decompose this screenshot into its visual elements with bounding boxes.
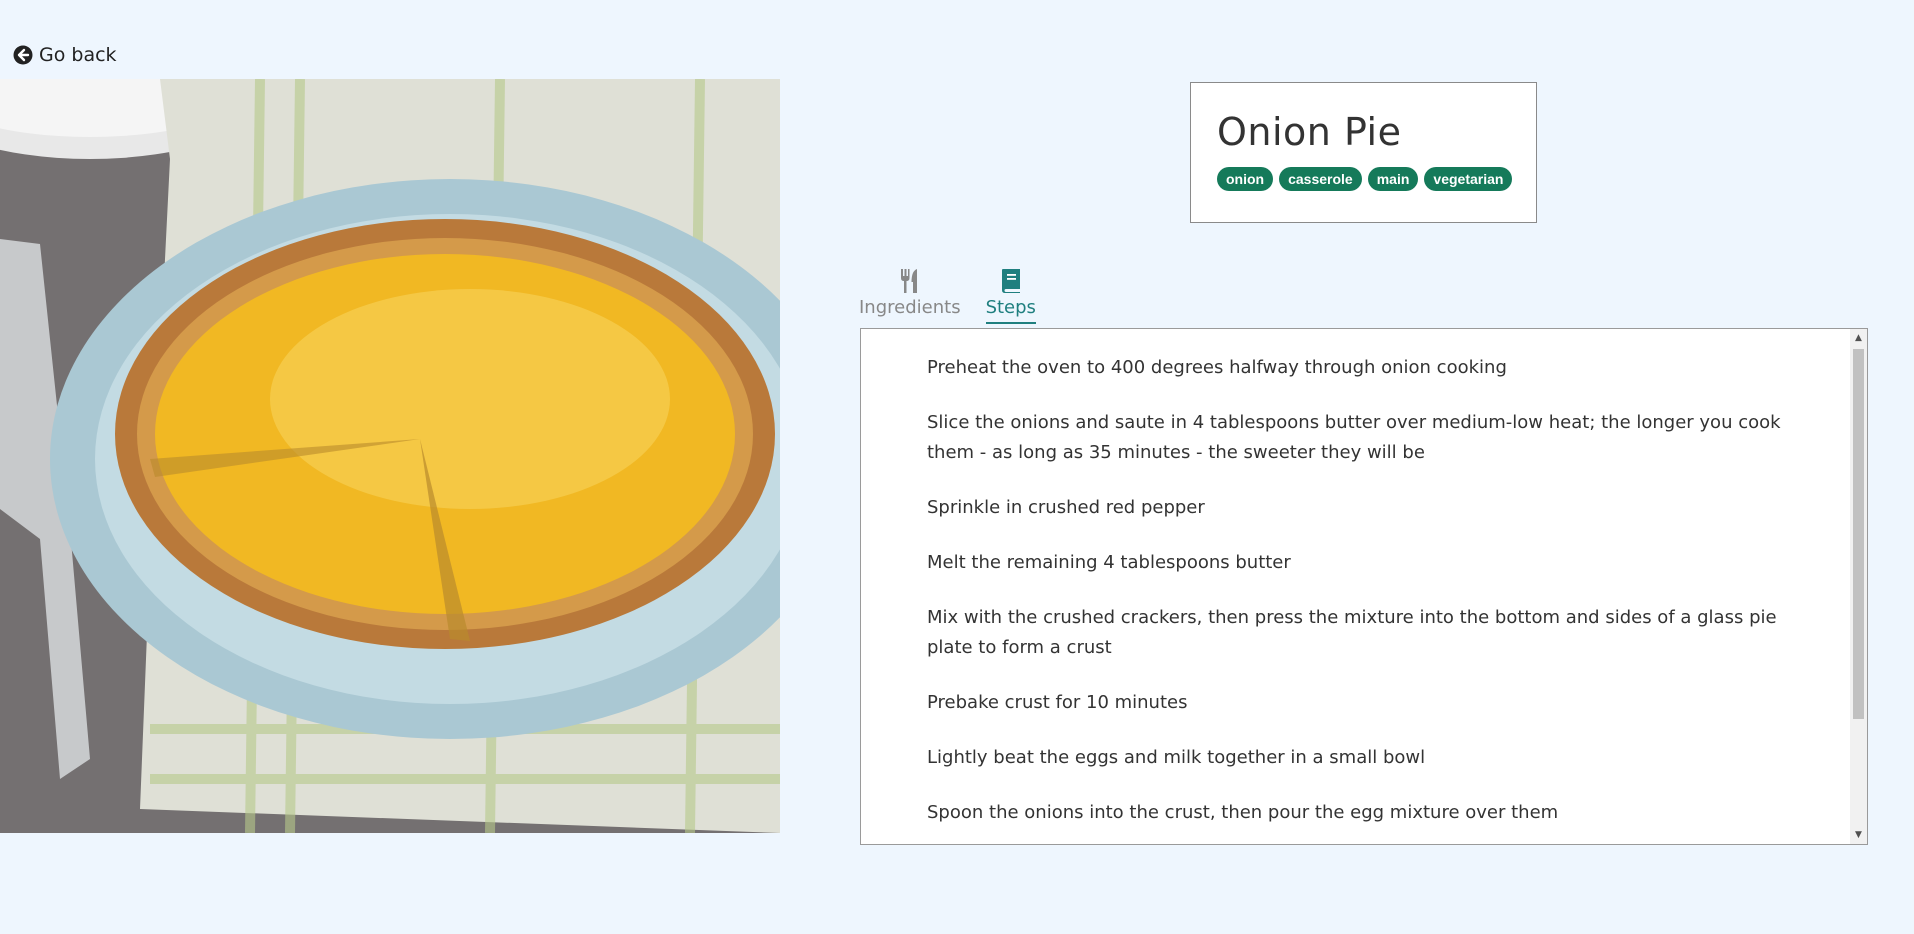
step-item: Sprinkle in crushed red pepper: [927, 497, 1205, 518]
utensils-icon: [900, 269, 917, 293]
tab-ingredients-label: Ingredients: [859, 297, 961, 318]
tab-steps[interactable]: Steps: [985, 268, 1036, 324]
recipe-title-card: Onion Pie onion casserole main vegetaria…: [1190, 82, 1537, 223]
tag-vegetarian[interactable]: vegetarian: [1424, 167, 1513, 191]
tab-steps-label: Steps: [985, 297, 1036, 318]
recipe-title: Onion Pie: [1217, 110, 1402, 154]
tag-onion[interactable]: onion: [1217, 167, 1274, 191]
step-item: Lightly beat the eggs and milk together …: [927, 747, 1426, 768]
steps-scrollbar[interactable]: ▲ ▼: [1850, 329, 1867, 844]
tag-casserole[interactable]: casserole: [1279, 167, 1362, 191]
arrow-circle-left-icon: [13, 45, 33, 65]
step-item: Mix with the crushed crackers, then pres…: [927, 607, 1777, 658]
go-back-label: Go back: [39, 44, 117, 66]
step-item: Spoon the onions into the crust, then po…: [927, 802, 1559, 823]
tab-ingredients[interactable]: Ingredients: [859, 268, 961, 324]
go-back-link[interactable]: Go back: [13, 44, 117, 66]
step-item: Melt the remaining 4 tablespoons butter: [927, 552, 1291, 573]
steps-panel[interactable]: Preheat the oven to 400 degrees halfway …: [860, 328, 1868, 845]
step-item: Prebake crust for 10 minutes: [927, 692, 1188, 713]
scroll-up-arrow-icon[interactable]: ▲: [1850, 331, 1867, 345]
recipe-photo: [0, 79, 780, 833]
step-item: Preheat the oven to 400 degrees halfway …: [927, 357, 1507, 378]
recipe-tags: onion casserole main vegetarian: [1217, 167, 1536, 191]
book-icon: [1001, 269, 1020, 293]
scroll-down-arrow-icon[interactable]: ▼: [1850, 828, 1867, 842]
scroll-thumb[interactable]: [1853, 349, 1864, 719]
step-item: Slice the onions and saute in 4 tablespo…: [927, 412, 1781, 463]
recipe-tabs: Ingredients Steps: [859, 268, 1036, 324]
tag-main[interactable]: main: [1367, 167, 1419, 191]
steps-list: Preheat the oven to 400 degrees halfway …: [861, 329, 1867, 828]
